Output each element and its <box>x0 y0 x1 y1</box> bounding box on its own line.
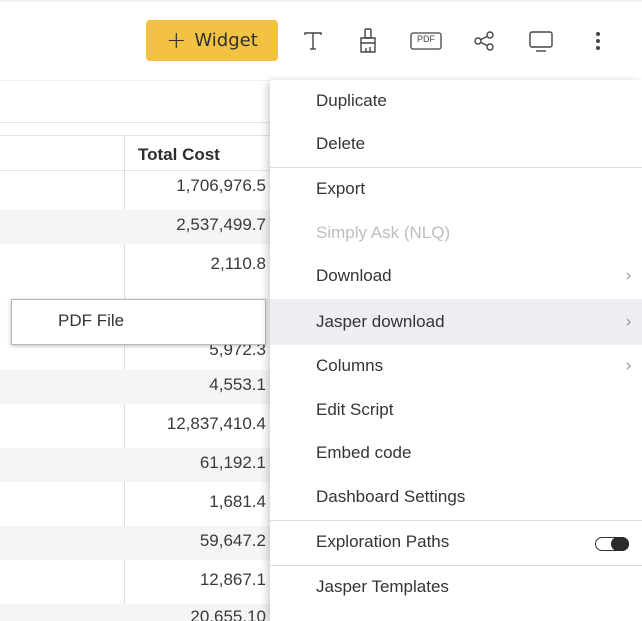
widget-context-menu: Duplicate Delete Export Simply Ask (NLQ)… <box>270 80 642 621</box>
menu-item-jasper-templates[interactable]: Jasper Templates <box>270 566 642 610</box>
menu-item-columns[interactable]: Columns › <box>270 345 642 389</box>
menu-item-label: Delete <box>316 134 366 153</box>
toolbar: + Widget PDF <box>0 0 642 80</box>
table-row: 12,837,410.4 <box>0 409 270 443</box>
menu-item-label: Edit Script <box>316 400 394 419</box>
menu-item-label: Jasper Templates <box>316 577 449 596</box>
menu-item-delete[interactable]: Delete <box>270 123 642 167</box>
menu-item-label: Export <box>316 179 366 198</box>
menu-item-edit-script[interactable]: Edit Script <box>270 389 642 433</box>
jasper-download-submenu: PDF File <box>11 299 266 345</box>
table-cell: 12,837,410.4 <box>166 414 266 433</box>
share-icon[interactable] <box>472 28 496 54</box>
table-cell: 12,867.1 <box>199 570 266 589</box>
submenu-item-pdf-file[interactable]: PDF File <box>58 311 124 331</box>
paint-brush-icon[interactable] <box>355 28 381 54</box>
toolbar-top-border <box>0 0 642 2</box>
table-row: 59,647.2 <box>0 526 270 560</box>
table-row: 12,867.1 <box>0 565 270 599</box>
table-row: 61,192.1 <box>0 448 270 482</box>
table-row: 2,110.8 <box>0 249 270 283</box>
table-row: 4,553.1 <box>0 370 270 404</box>
menu-item-label: Simply Ask (NLQ) <box>316 223 451 242</box>
table-cell: 2,110.8 <box>210 254 266 273</box>
menu-item-download[interactable]: Download › <box>270 255 642 299</box>
table-cell: 2,537,499.7 <box>176 215 266 234</box>
more-vertical-icon[interactable] <box>588 28 608 54</box>
menu-item-exploration-paths[interactable]: Exploration Paths <box>270 521 642 565</box>
menu-item-label: Embed code <box>316 443 412 462</box>
chevron-right-icon: › <box>625 356 632 376</box>
plus-icon: + <box>166 25 187 54</box>
table-row: 1,681.4 <box>0 487 270 521</box>
text-icon[interactable] <box>301 28 325 54</box>
menu-item-embed-code[interactable]: Embed code <box>270 432 642 476</box>
menu-item-jasper-download[interactable]: Jasper download › <box>270 299 642 345</box>
pdf-icon[interactable]: PDF <box>410 28 442 54</box>
table-row: 20,655.10 <box>0 604 270 621</box>
table-top-border <box>0 135 270 136</box>
menu-item-label: Columns <box>316 356 384 375</box>
add-widget-button[interactable]: + Widget <box>146 20 278 61</box>
menu-item-label: Dashboard Settings <box>316 487 466 506</box>
table-cell: 20,655.10 <box>190 607 266 621</box>
menu-item-duplicate[interactable]: Duplicate <box>270 80 642 124</box>
table-row: 2,537,499.7 <box>0 210 270 244</box>
toggle-knob <box>611 537 629 551</box>
menu-item-label: Download <box>316 266 392 285</box>
exploration-paths-toggle[interactable] <box>595 537 629 551</box>
chevron-right-icon: › <box>625 266 632 286</box>
menu-item-label: Jasper download <box>316 312 445 331</box>
column-header-total-cost[interactable]: Total Cost <box>138 145 220 165</box>
table-row: 1,706,976.5 <box>0 171 270 205</box>
chevron-right-icon: › <box>625 312 632 332</box>
widget-header-divider <box>0 122 270 123</box>
add-widget-label: Widget <box>194 30 258 51</box>
menu-item-label: Duplicate <box>316 91 387 110</box>
menu-item-simply-ask: Simply Ask (NLQ) <box>270 212 642 256</box>
pdf-icon-label: PDF <box>417 34 435 44</box>
table-cell: 61,192.1 <box>199 453 266 472</box>
table-cell: 1,681.4 <box>209 492 266 511</box>
table-cell: 4,553.1 <box>209 375 266 394</box>
monitor-icon[interactable] <box>528 28 554 54</box>
table-cell: 1,706,976.5 <box>176 176 266 195</box>
table-cell: 59,647.2 <box>199 531 266 550</box>
menu-item-label: Exploration Paths <box>316 532 450 551</box>
menu-item-export[interactable]: Export <box>270 168 642 212</box>
menu-item-dashboard-settings[interactable]: Dashboard Settings <box>270 476 642 520</box>
